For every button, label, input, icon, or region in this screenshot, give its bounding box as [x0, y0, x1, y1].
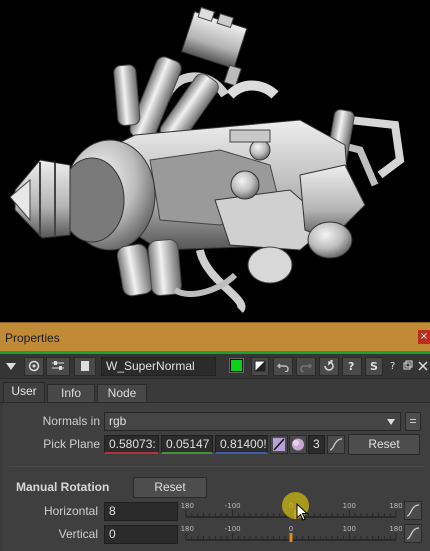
help-icon[interactable]: ? — [342, 357, 362, 376]
s-icon[interactable]: S — [365, 357, 383, 376]
chevron-down-icon — [387, 419, 395, 425]
horizontal-label: Horizontal — [43, 504, 98, 518]
node-name-field[interactable]: W_SuperNormal — [101, 357, 216, 376]
vertical-tick-label: -180 — [180, 525, 194, 533]
pick-plane-label: Pick Plane — [43, 437, 100, 451]
tab-user[interactable]: User — [3, 382, 45, 403]
vertical-slider-handle[interactable] — [289, 533, 293, 542]
float-icon[interactable] — [401, 357, 415, 376]
section-divider — [9, 466, 424, 467]
vertical-tick-label: 100 — [343, 525, 356, 533]
channel-count-field[interactable]: 3 — [308, 435, 325, 454]
panel-title: Properties — [5, 331, 60, 345]
horizontal-tick-label: -180 — [180, 502, 194, 510]
mask-icon[interactable] — [251, 357, 269, 376]
horizontal-field[interactable]: 8 — [104, 502, 178, 521]
vertical-tick-label: 180 — [389, 525, 402, 533]
properties-panel: Properties × W_SuperNormal ? S ? User In… — [0, 322, 430, 551]
pick-plane-x-field[interactable]: 0.58073: — [104, 435, 159, 454]
vertical-label: Vertical — [58, 527, 98, 541]
node-toolbar: W_SuperNormal ? S ? — [0, 354, 430, 379]
horizontal-curve-icon[interactable] — [404, 501, 422, 520]
vertical-field[interactable]: 0 — [104, 525, 178, 544]
color-picker-icon[interactable] — [270, 435, 288, 454]
horizontal-tick-label: -100 — [225, 502, 241, 510]
color-wheel-icon[interactable] — [289, 435, 307, 454]
engine-render-image — [9, 6, 405, 313]
node-number-icon[interactable] — [74, 357, 96, 376]
properties-title-bar[interactable]: Properties × — [0, 322, 430, 351]
vertical-tick-label: -100 — [225, 525, 241, 533]
mouse-pointer-icon — [296, 503, 308, 521]
tab-info[interactable]: Info — [47, 384, 95, 403]
tab-node[interactable]: Node — [97, 384, 147, 403]
vertical-slider-track: -180 -100 0 100 180 — [178, 525, 403, 542]
node-color-swatch[interactable] — [229, 358, 244, 373]
panel-close-icon[interactable]: × — [418, 330, 430, 344]
node-circle-icon[interactable] — [24, 357, 44, 376]
curve-editor-icon[interactable] — [327, 435, 345, 454]
manual-rotation-reset-button[interactable]: Reset — [133, 477, 207, 498]
pick-plane-y-field[interactable]: 0.05147 — [161, 435, 213, 454]
svg-text:S: S — [370, 360, 378, 372]
tab-bar: User Info Node — [0, 382, 430, 403]
normals-in-label: Normals in — [42, 414, 100, 428]
expression-equals-button[interactable]: = — [405, 412, 421, 431]
close-icon[interactable] — [416, 357, 430, 376]
viewer-viewport[interactable] — [0, 0, 430, 322]
svg-text:?: ? — [348, 360, 354, 372]
collapse-arrow-icon[interactable] — [3, 357, 19, 376]
vertical-tick-label: 0 — [289, 525, 293, 533]
vertical-slider[interactable]: -180 -100 0 100 180 — [178, 524, 403, 544]
normals-in-dropdown[interactable]: rgb — [104, 412, 401, 431]
undo-icon[interactable] — [273, 357, 293, 376]
pick-plane-z-field[interactable]: 0.81400! — [215, 435, 268, 454]
mixer-icon[interactable] — [46, 357, 70, 376]
redo-icon[interactable] — [296, 357, 316, 376]
user-tab-content: Normals in rgb = Pick Plane 0.58073: 0.0… — [3, 403, 430, 551]
manual-rotation-title: Manual Rotation — [16, 480, 110, 494]
pin-icon[interactable]: ? — [387, 357, 401, 376]
vertical-curve-icon[interactable] — [404, 524, 422, 543]
pick-plane-reset-button[interactable]: Reset — [348, 434, 420, 455]
revert-icon[interactable] — [319, 357, 339, 376]
svg-text:?: ? — [390, 361, 395, 372]
horizontal-tick-label: 100 — [343, 502, 356, 510]
normals-in-value: rgb — [109, 414, 127, 428]
horizontal-tick-label: 180 — [389, 502, 402, 510]
